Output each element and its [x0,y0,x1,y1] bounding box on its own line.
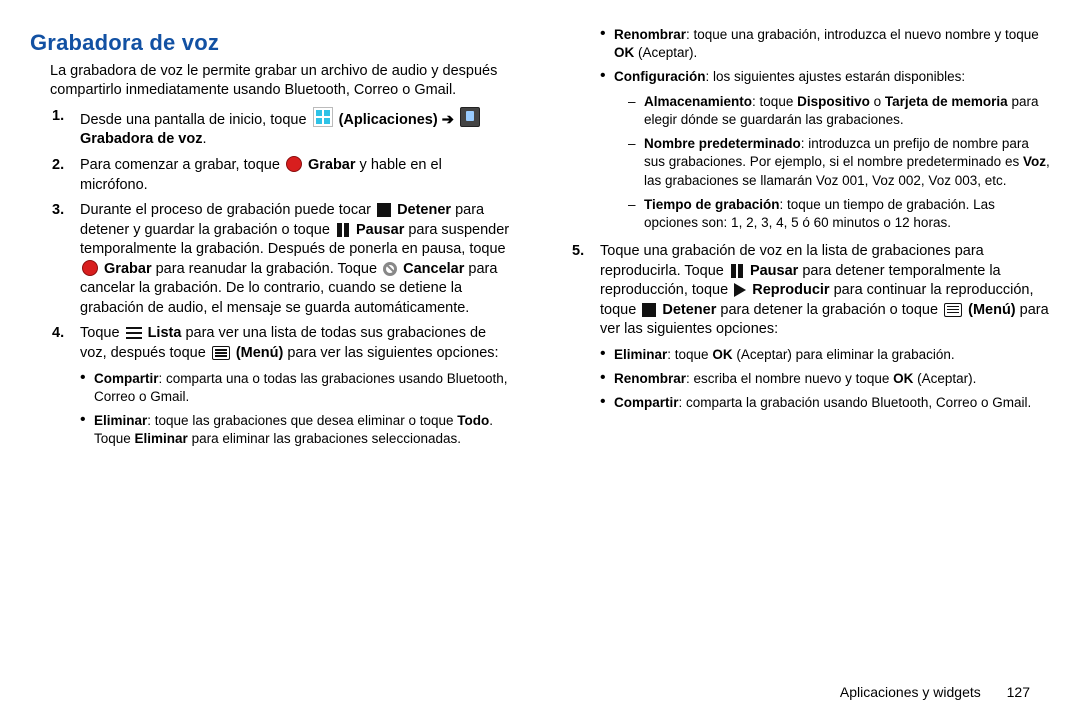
step-2: Para comenzar a grabar, toque Grabar y h… [50,156,510,195]
left-column: Grabadora de voz La grabadora de voz le … [30,20,540,710]
list-icon [126,326,142,340]
step-1: Desde una pantalla de inicio, toque (Apl… [50,107,510,150]
menu-icon [944,303,962,317]
steps-list-cont: Toque una grabación de voz en la lista d… [570,242,1050,412]
opt-compartir: Compartir: comparta una o todas las grab… [80,370,510,406]
cfg-almacenamiento: Almacenamiento: toque Dispositivo o Tarj… [628,93,1050,129]
cfg-tiempo-grabacion: Tiempo de grabación: toque un tiempo de … [628,196,1050,232]
pause-icon [730,264,744,278]
config-sublist: Almacenamiento: toque Dispositivo o Tarj… [628,93,1050,233]
voice-recorder-icon [460,107,480,127]
menu-icon [212,346,230,360]
step4-options: Compartir: comparta una o todas las grab… [80,370,510,449]
page-number: 127 [1007,684,1030,700]
opt-configuracion: Configuración: los siguientes ajustes es… [600,68,1050,232]
footer-section-name: Aplicaciones y widgets [840,684,981,700]
stop-icon [377,203,391,217]
cfg-nombre-predeterminado: Nombre predeterminado: introduzca un pre… [628,135,1050,190]
page-footer: Aplicaciones y widgets 127 [840,683,1030,702]
opt-eliminar: Eliminar: toque las grabaciones que dese… [80,412,510,448]
step-5: Toque una grabación de voz en la lista d… [570,242,1050,412]
play-icon [734,283,746,297]
stop-icon [642,303,656,317]
intro-paragraph: La grabadora de voz le permite grabar un… [50,62,510,101]
pause-icon [336,223,350,237]
record-icon [82,260,98,276]
steps-list: Desde una pantalla de inicio, toque (Apl… [50,107,510,449]
opt5-compartir: Compartir: comparta la grabación usando … [600,394,1050,412]
manual-page: Grabadora de voz La grabadora de voz le … [0,0,1080,720]
opt5-renombrar: Renombrar: escriba el nombre nuevo y toq… [600,370,1050,388]
right-column: Renombrar: toque una grabación, introduz… [540,20,1050,710]
cancel-icon [383,262,397,276]
opt-renombrar: Renombrar: toque una grabación, introduz… [600,26,1050,62]
step4-options-cont: Renombrar: toque una grabación, introduz… [550,26,1050,232]
opt5-eliminar: Eliminar: toque OK (Aceptar) para elimin… [600,346,1050,364]
step-4: Toque Lista para ver una lista de todas … [50,324,510,448]
section-title: Grabadora de voz [30,28,510,58]
apps-icon [313,107,333,127]
record-icon [286,156,302,172]
step-3: Durante el proceso de grabación puede to… [50,201,510,318]
step5-options: Eliminar: toque OK (Aceptar) para elimin… [600,346,1050,413]
